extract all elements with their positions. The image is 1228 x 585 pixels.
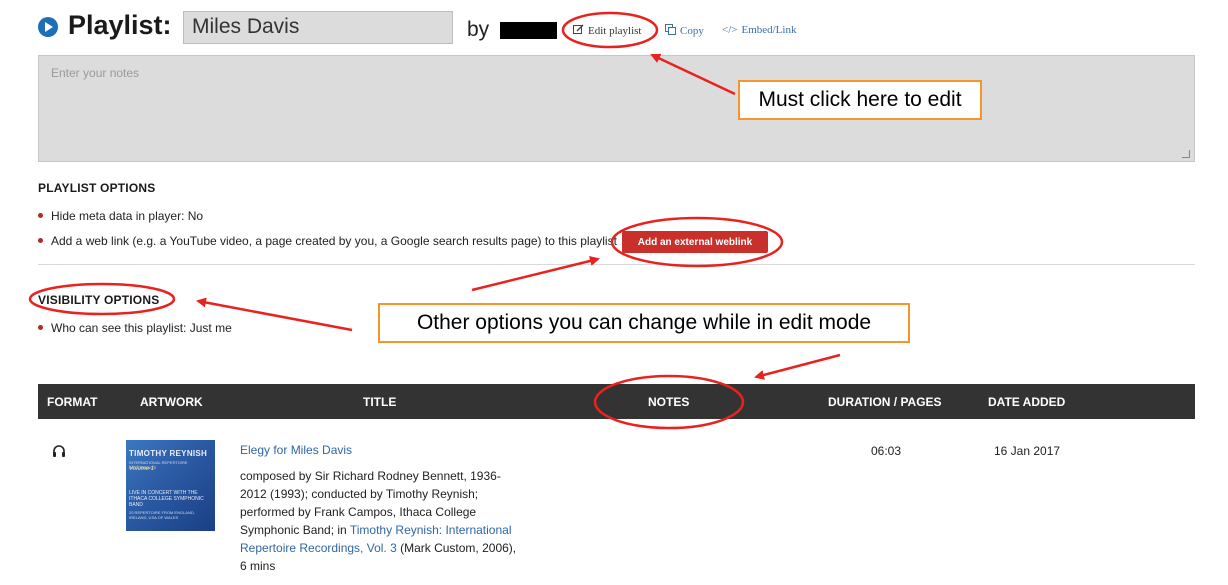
redacted-author bbox=[500, 22, 557, 39]
playlist-options-heading: PLAYLIST OPTIONS bbox=[38, 181, 156, 195]
track-title-link[interactable]: Elegy for Miles Davis bbox=[240, 443, 352, 457]
visibility-options-heading: VISIBILITY OPTIONS bbox=[38, 293, 160, 307]
bullet bbox=[38, 238, 43, 243]
embed-link[interactable]: </> Embed/Link bbox=[722, 24, 796, 36]
copy-label: Copy bbox=[680, 25, 704, 37]
hide-metadata-option: Hide meta data in player: No bbox=[51, 209, 204, 223]
notes-placeholder: Enter your notes bbox=[51, 66, 140, 80]
page-title: Playlist: bbox=[68, 10, 172, 40]
play-icon bbox=[38, 17, 58, 37]
code-icon: </> bbox=[722, 24, 738, 36]
edit-playlist-link[interactable]: Edit playlist bbox=[573, 24, 641, 38]
track-date-added: 16 Jan 2017 bbox=[994, 444, 1061, 458]
divider bbox=[38, 264, 1195, 265]
edit-callout: Must click here to edit bbox=[738, 80, 982, 120]
copy-link[interactable]: Copy bbox=[665, 24, 704, 38]
artwork-bottom-line: 20 REPERTOIRE FROM ENGLAND, IRELAND, USA… bbox=[129, 510, 195, 520]
artwork-volume: Volume 1 bbox=[129, 466, 155, 472]
column-artwork: ARTWORK bbox=[140, 395, 203, 409]
arrow-to-notes bbox=[754, 353, 841, 380]
visibility-option: Who can see this playlist: Just me bbox=[51, 321, 232, 335]
copy-icon bbox=[665, 24, 676, 38]
artwork-title: TIMOTHY REYNISH bbox=[129, 449, 208, 458]
add-weblink-option: Add a web link (e.g. a YouTube video, a … bbox=[51, 234, 617, 248]
embed-label: Embed/Link bbox=[741, 24, 797, 36]
playlist-name-field[interactable]: Miles Davis bbox=[183, 11, 453, 44]
album-artwork[interactable]: TIMOTHY REYNISH INTERNATIONAL REPERTOIRE… bbox=[126, 440, 215, 531]
add-external-weblink-button[interactable]: Add an external weblink bbox=[622, 231, 768, 253]
notes-textarea[interactable]: Enter your notes bbox=[38, 55, 1195, 162]
column-format: FORMAT bbox=[47, 395, 98, 409]
track-description: composed by Sir Richard Rodney Bennett, … bbox=[240, 467, 525, 575]
column-notes: NOTES bbox=[648, 395, 690, 409]
column-title: TITLE bbox=[363, 395, 397, 409]
artwork-live-line: LIVE IN CONCERT WITH THE ITHACA COLLEGE … bbox=[129, 490, 204, 508]
bullet bbox=[38, 213, 43, 218]
bullet bbox=[38, 325, 43, 330]
edit-icon bbox=[573, 24, 584, 38]
column-date-added: DATE ADDED bbox=[988, 395, 1066, 409]
column-duration: DURATION / PAGES bbox=[828, 395, 942, 409]
resize-handle[interactable] bbox=[1182, 150, 1190, 158]
by-label: by bbox=[467, 18, 490, 41]
headphones-icon bbox=[52, 444, 66, 462]
options-callout: Other options you can change while in ed… bbox=[378, 303, 910, 343]
track-duration: 06:03 bbox=[871, 444, 902, 458]
edit-playlist-label: Edit playlist bbox=[588, 25, 642, 37]
